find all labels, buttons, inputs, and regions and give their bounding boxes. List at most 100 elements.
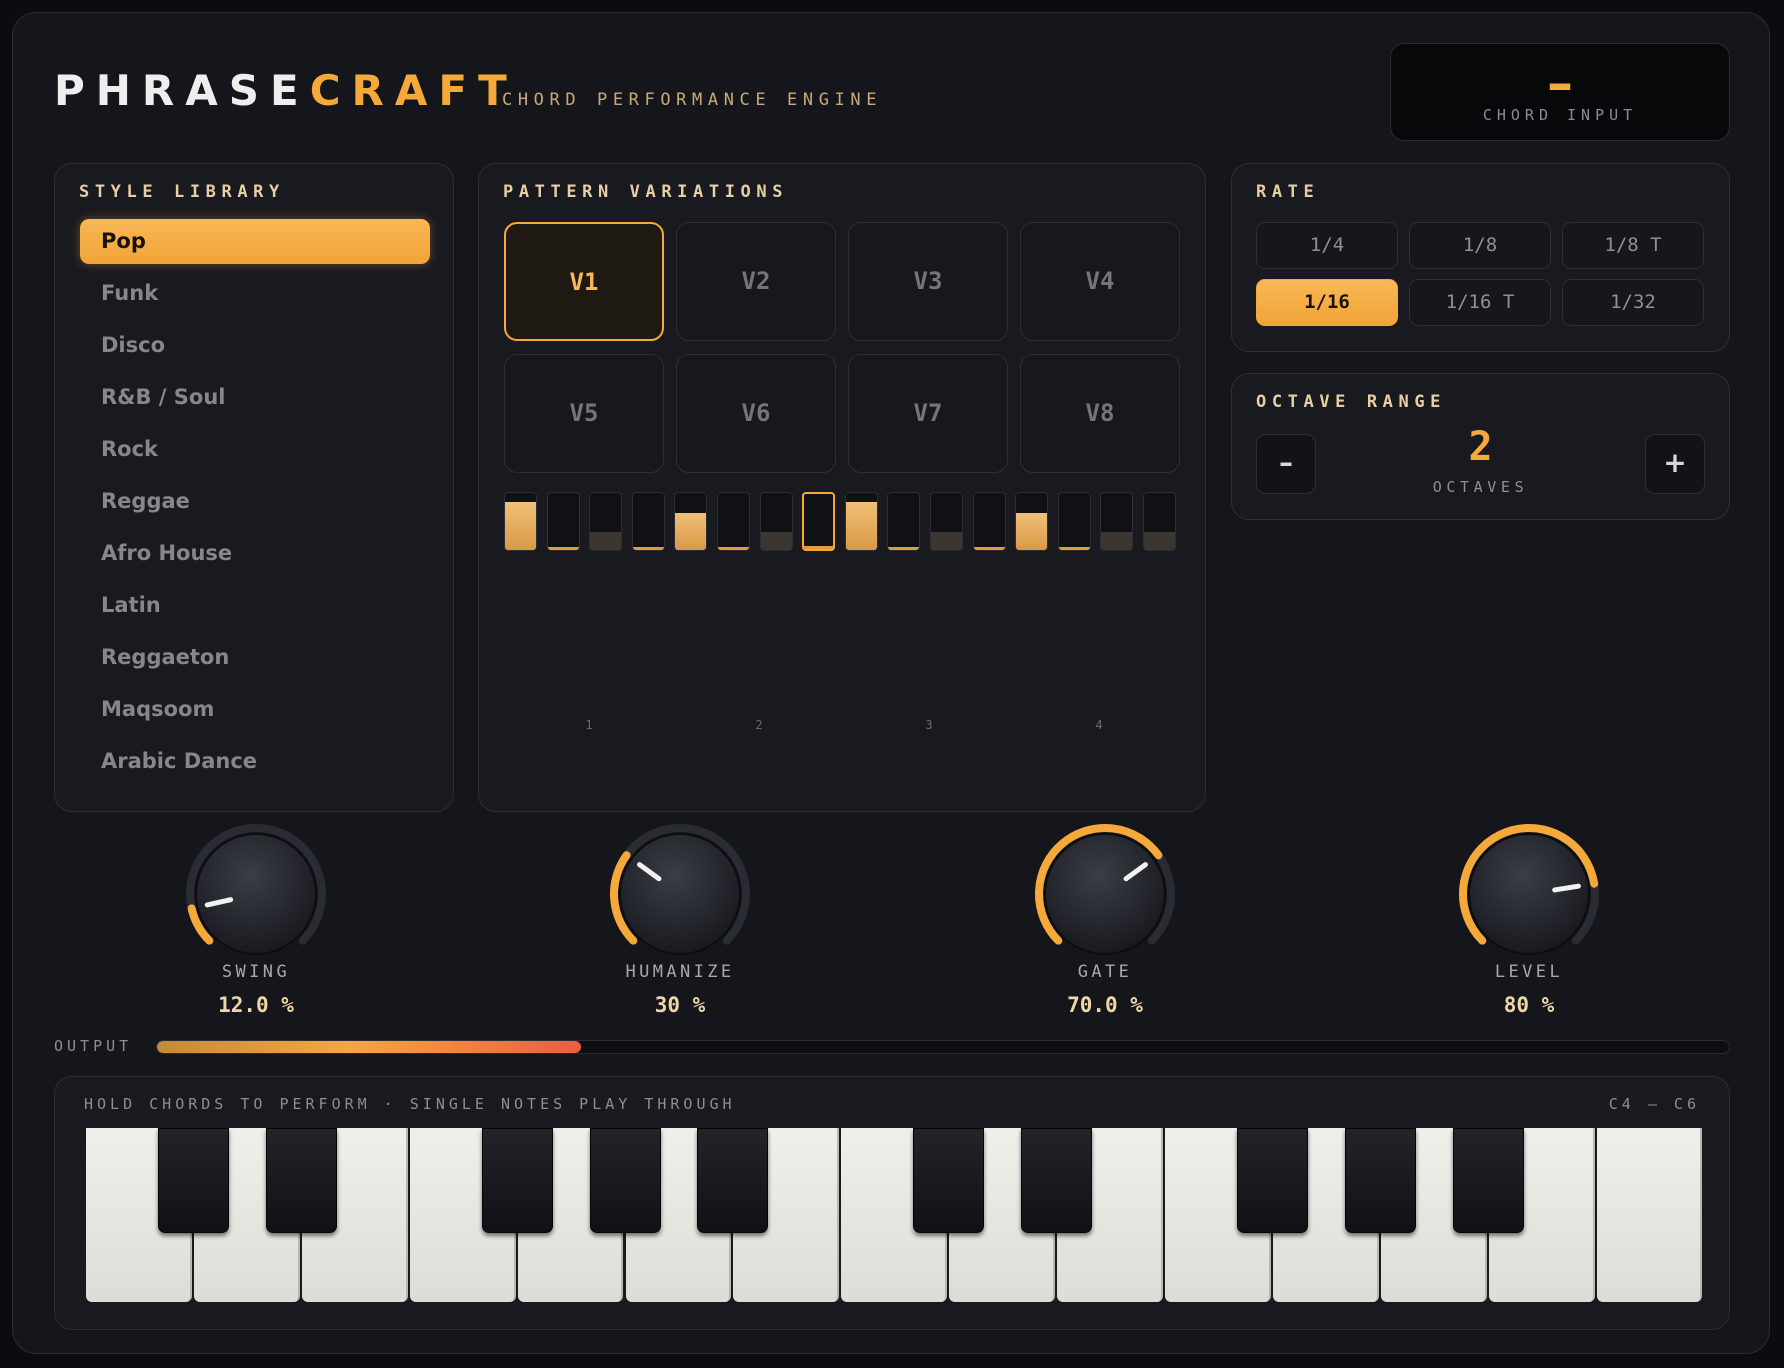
step-cell[interactable] (546, 492, 580, 551)
black-key[interactable] (1344, 1128, 1416, 1233)
step-fill (590, 531, 622, 550)
variation-button-v5[interactable]: V5 (504, 354, 664, 473)
brand-tagline: CHORD PERFORMANCE ENGINE (502, 90, 883, 110)
step-cell[interactable] (1015, 492, 1049, 551)
black-key[interactable] (1236, 1128, 1308, 1233)
rate-button-1-8-t[interactable]: 1/8 T (1562, 222, 1704, 269)
rate-button-1-16[interactable]: 1/16 (1256, 279, 1398, 326)
black-key[interactable] (697, 1128, 769, 1233)
brand-logo: PHRASECRAFT (54, 66, 518, 115)
rate-button-1-16-t[interactable]: 1/16 T (1409, 279, 1551, 326)
knob-graphic[interactable] (1449, 820, 1609, 970)
style-library-title: STYLE LIBRARY (79, 182, 285, 202)
rate-button-1-8[interactable]: 1/8 (1409, 222, 1551, 269)
style-item-latin[interactable]: Latin (80, 583, 430, 628)
step-cell[interactable] (887, 492, 921, 551)
variation-button-v3[interactable]: V3 (848, 222, 1008, 341)
step-fill (760, 531, 792, 550)
step-cell[interactable] (1100, 492, 1134, 551)
style-item-disco[interactable]: Disco (80, 323, 430, 368)
step-cell[interactable] (802, 492, 836, 551)
step-cell[interactable] (631, 492, 665, 551)
variation-button-v7[interactable]: V7 (848, 354, 1008, 473)
black-key[interactable] (913, 1128, 985, 1233)
white-key[interactable] (1596, 1128, 1703, 1302)
style-item-rock[interactable]: Rock (80, 427, 430, 472)
knob-graphic[interactable] (176, 820, 336, 970)
knob-body (1468, 833, 1590, 955)
keyboard-hint: HOLD CHORDS TO PERFORM · SINGLE NOTES PL… (84, 1095, 736, 1113)
black-key[interactable] (481, 1128, 553, 1233)
step-fill (675, 512, 707, 550)
variation-button-v6[interactable]: V6 (676, 354, 836, 473)
chord-input-display: – CHORD INPUT (1390, 43, 1730, 141)
step-cell[interactable] (1143, 492, 1176, 551)
octave-increase-button[interactable]: + (1645, 434, 1705, 494)
style-item-afro-house[interactable]: Afro House (80, 531, 430, 576)
beat-number: 1 (585, 718, 593, 732)
step-cell[interactable] (674, 492, 708, 551)
beat-number: 3 (925, 718, 933, 732)
black-key[interactable] (589, 1128, 661, 1233)
step-fill (888, 546, 920, 550)
step-fill (1058, 546, 1090, 550)
style-item-funk[interactable]: Funk (80, 271, 430, 316)
step-cell[interactable] (759, 492, 793, 551)
step-fill (804, 545, 834, 549)
black-key[interactable] (1452, 1128, 1524, 1233)
rate-button-1-32[interactable]: 1/32 (1562, 279, 1704, 326)
step-cell[interactable] (1057, 492, 1091, 551)
variation-button-v1[interactable]: V1 (504, 222, 664, 341)
step-fill (718, 546, 749, 550)
step-cell[interactable] (930, 492, 963, 551)
knob-body (195, 833, 317, 955)
step-cell[interactable] (972, 492, 1006, 551)
knob-graphic[interactable] (600, 820, 760, 970)
step-fill (632, 546, 664, 550)
black-key[interactable] (1021, 1128, 1093, 1233)
black-key[interactable] (157, 1128, 229, 1233)
step-fill (1144, 531, 1175, 550)
variation-button-v8[interactable]: V8 (1020, 354, 1180, 473)
knob-value: 70.0 % (1067, 993, 1143, 1017)
step-cell[interactable] (844, 492, 878, 551)
step-fill (973, 546, 1005, 550)
knob-value: 30 % (654, 993, 706, 1017)
step-cell[interactable] (717, 492, 750, 551)
knob-humanize[interactable]: HUMANIZE 30 % (600, 820, 760, 1030)
rate-panel: RATE 1/4 1/8 1/8 T 1/16 1/16 T 1/32 (1231, 163, 1730, 352)
knob-value: 12.0 % (218, 993, 294, 1017)
style-item-maqsoom[interactable]: Maqsoom (80, 687, 430, 732)
knob-label: SWING (221, 962, 291, 982)
step-cell[interactable] (504, 492, 537, 551)
style-item-r-b-soul[interactable]: R&B / Soul (80, 375, 430, 420)
brand-part2: CRAFT (309, 66, 518, 115)
keyboard-range: C4 — C6 (1608, 1095, 1700, 1113)
knob-level[interactable]: LEVEL 80 % (1449, 820, 1609, 1030)
output-meter-fill (157, 1041, 582, 1053)
step-fill (1016, 512, 1048, 550)
brand-part1: PHRASE (54, 66, 310, 115)
octave-range-title: OCTAVE RANGE (1256, 392, 1447, 412)
black-key[interactable] (265, 1128, 337, 1233)
style-item-pop[interactable]: Pop (80, 219, 430, 264)
rate-button-1-4[interactable]: 1/4 (1256, 222, 1398, 269)
style-item-reggaeton[interactable]: Reggaeton (80, 635, 430, 680)
knob-label: HUMANIZE (625, 962, 735, 982)
knob-gate[interactable]: GATE 70.0 % (1025, 820, 1185, 1030)
beat-number: 2 (755, 718, 763, 732)
knob-graphic[interactable] (1025, 820, 1185, 970)
style-item-arabic-dance[interactable]: Arabic Dance (80, 739, 430, 784)
octave-range-panel: OCTAVE RANGE – 2 OCTAVES + (1231, 373, 1730, 520)
variation-button-v4[interactable]: V4 (1020, 222, 1180, 341)
knob-body (619, 833, 741, 955)
knob-swing[interactable]: SWING 12.0 % (176, 820, 336, 1030)
step-cell[interactable] (589, 492, 623, 551)
step-fill (845, 501, 877, 550)
variation-button-v2[interactable]: V2 (676, 222, 836, 341)
rate-title: RATE (1256, 182, 1320, 202)
knob-label: GATE (1077, 962, 1133, 982)
step-fill (547, 546, 579, 550)
step-fill (1101, 531, 1133, 550)
style-item-reggae[interactable]: Reggae (80, 479, 430, 524)
